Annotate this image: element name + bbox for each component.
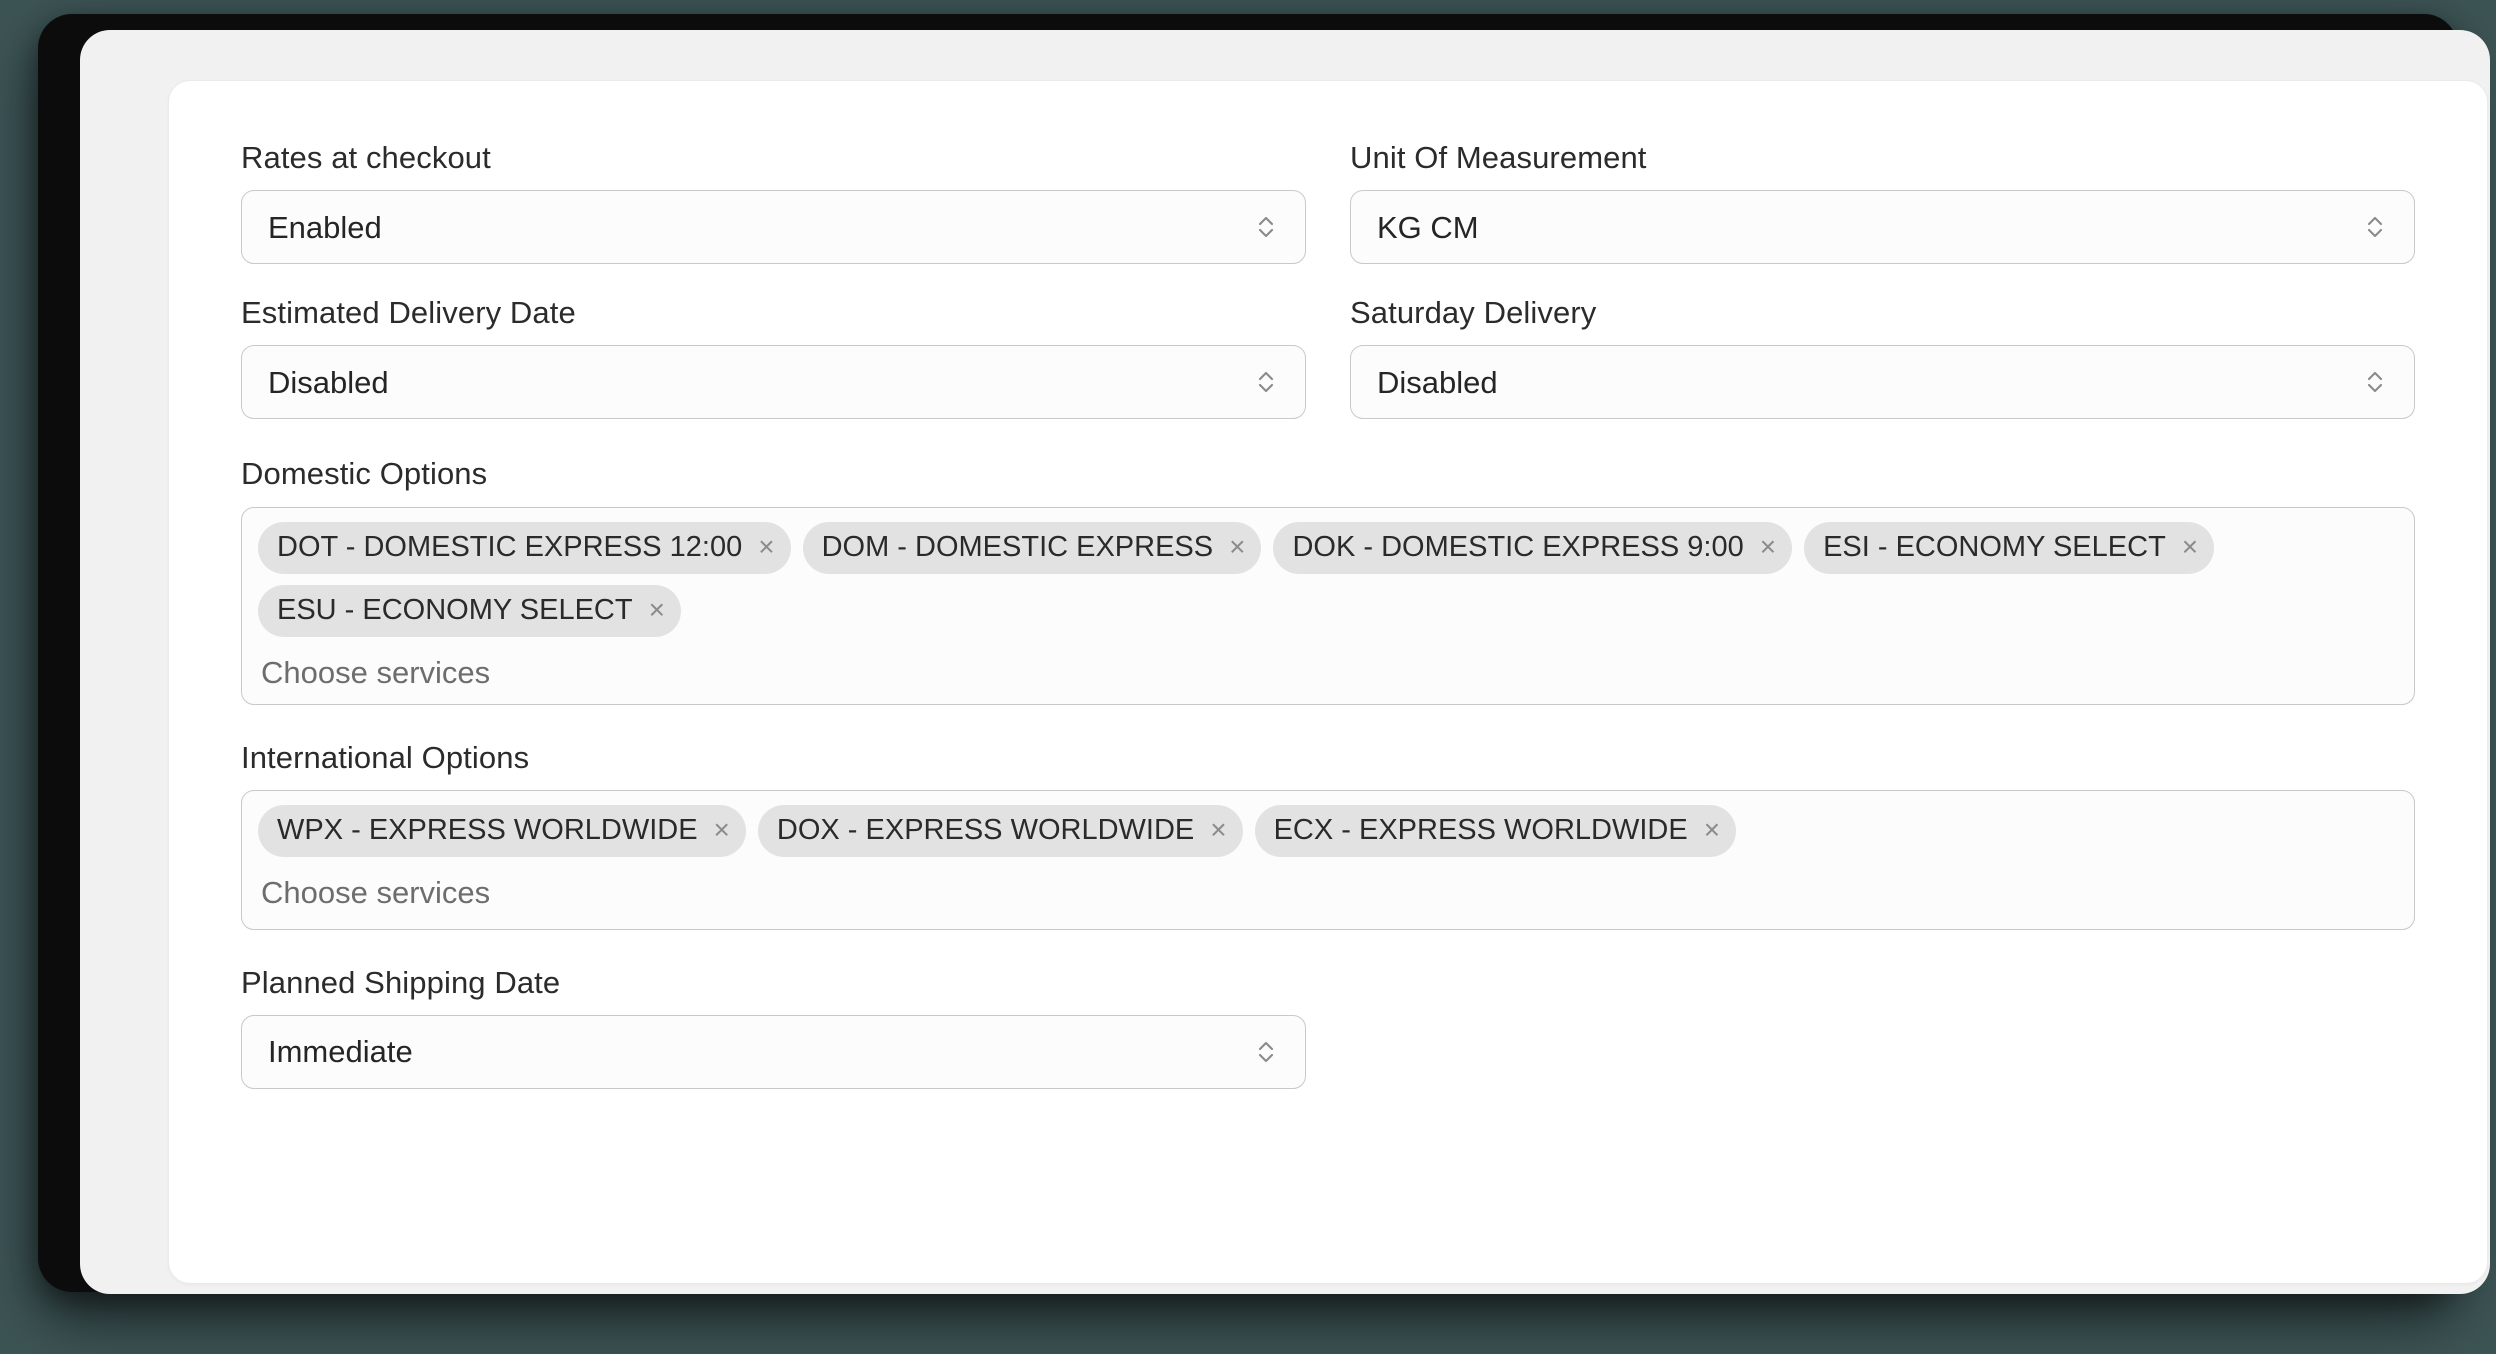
field-rates-at-checkout: Rates at checkout Enabled [241, 139, 1306, 265]
select-planned-shipping-date[interactable]: Immediate [241, 1014, 1306, 1089]
international-options-tag-list: WPX - EXPRESS WORLDWIDE × DOX - EXPRESS … [258, 804, 2398, 857]
tag[interactable]: ESI - ECONOMY SELECT × [1804, 521, 2215, 574]
field-domestic-options: Domestic Options DOT - DOMESTIC EXPRESS … [241, 455, 2415, 705]
field-planned-shipping-date: Planned Shipping Date Immediate [241, 964, 2415, 1089]
select-rates-at-checkout[interactable]: Enabled [241, 190, 1306, 265]
tag[interactable]: DOT - DOMESTIC EXPRESS 12:00 × [258, 521, 791, 574]
chevron-up-down-icon [1253, 365, 1279, 399]
tag-remove-icon[interactable]: × [714, 815, 730, 846]
tag-remove-icon[interactable]: × [1760, 532, 1776, 563]
tag-label: DOX - EXPRESS WORLDWIDE [776, 814, 1195, 847]
chevron-up-down-icon [1253, 210, 1279, 244]
select-estimated-delivery-date-value: Disabled [268, 364, 389, 400]
select-estimated-delivery-date[interactable]: Disabled [241, 345, 1306, 420]
select-rates-at-checkout-value: Enabled [268, 209, 382, 245]
label-saturday-delivery: Saturday Delivery [1350, 295, 1597, 331]
shipping-settings-card: Rates at checkout Enabled Unit Of Measur… [168, 80, 2488, 1284]
tag[interactable]: DOK - DOMESTIC EXPRESS 9:00 × [1273, 521, 1793, 574]
tag-label: ESU - ECONOMY SELECT [277, 594, 633, 627]
select-unit-of-measurement[interactable]: KG CM [1350, 190, 2415, 265]
domestic-options-placeholder[interactable]: Choose services [261, 657, 2398, 688]
tag[interactable]: WPX - EXPRESS WORLDWIDE × [258, 804, 746, 857]
multiselect-domestic-options[interactable]: DOT - DOMESTIC EXPRESS 12:00 × DOM - DOM… [241, 506, 2415, 705]
chevron-up-down-icon [2362, 365, 2388, 399]
international-options-placeholder[interactable]: Choose services [261, 877, 2398, 908]
tag[interactable]: ESU - ECONOMY SELECT × [258, 584, 681, 637]
page-surface: Rates at checkout Enabled Unit Of Measur… [80, 30, 2490, 1294]
tag-remove-icon[interactable]: × [2182, 532, 2198, 563]
tag-remove-icon[interactable]: × [1229, 532, 1245, 563]
label-unit-of-measurement: Unit Of Measurement [1350, 140, 1647, 175]
select-unit-of-measurement-value: KG CM [1377, 209, 1479, 245]
tag[interactable]: ECX - EXPRESS WORLDWIDE × [1254, 804, 1737, 857]
tag-remove-icon[interactable]: × [1704, 815, 1720, 846]
tag-label: WPX - EXPRESS WORLDWIDE [277, 814, 698, 847]
tag[interactable]: DOM - DOMESTIC EXPRESS × [802, 521, 1262, 574]
field-unit-of-measurement: Unit Of Measurement KG CM [1350, 139, 2415, 265]
multiselect-international-options[interactable]: WPX - EXPRESS WORLDWIDE × DOX - EXPRESS … [241, 789, 2415, 930]
field-saturday-delivery: Saturday Delivery Disabled [1350, 294, 2415, 420]
tag[interactable]: DOX - EXPRESS WORLDWIDE × [757, 804, 1243, 857]
tag-remove-icon[interactable]: × [1210, 815, 1226, 846]
select-planned-shipping-date-value: Immediate [268, 1034, 413, 1070]
chevron-up-down-icon [1253, 1035, 1279, 1069]
label-international-options: International Options [241, 739, 530, 775]
label-domestic-options: Domestic Options [241, 456, 488, 492]
settings-field-grid: Rates at checkout Enabled Unit Of Measur… [241, 139, 2415, 1089]
tag-remove-icon[interactable]: × [649, 595, 665, 626]
field-estimated-delivery-date: Estimated Delivery Date Disabled [241, 294, 1306, 420]
tag-label: DOM - DOMESTIC EXPRESS [821, 531, 1214, 564]
tag-label: ESI - ECONOMY SELECT [1823, 531, 2166, 564]
tag-label: DOT - DOMESTIC EXPRESS 12:00 [277, 531, 743, 564]
label-estimated-delivery-date: Estimated Delivery Date [241, 295, 576, 331]
field-international-options: International Options WPX - EXPRESS WORL… [241, 739, 2415, 930]
domestic-options-tag-list: DOT - DOMESTIC EXPRESS 12:00 × DOM - DOM… [258, 521, 2398, 637]
label-rates-at-checkout: Rates at checkout [241, 140, 491, 175]
browser-window-frame: Rates at checkout Enabled Unit Of Measur… [38, 14, 2490, 1294]
select-saturday-delivery-value: Disabled [1377, 364, 1498, 400]
tag-label: DOK - DOMESTIC EXPRESS 9:00 [1292, 531, 1744, 564]
tag-remove-icon[interactable]: × [758, 532, 774, 563]
tag-label: ECX - EXPRESS WORLDWIDE [1273, 814, 1688, 847]
label-planned-shipping-date: Planned Shipping Date [241, 964, 561, 1000]
chevron-up-down-icon [2362, 210, 2388, 244]
select-saturday-delivery[interactable]: Disabled [1350, 345, 2415, 420]
